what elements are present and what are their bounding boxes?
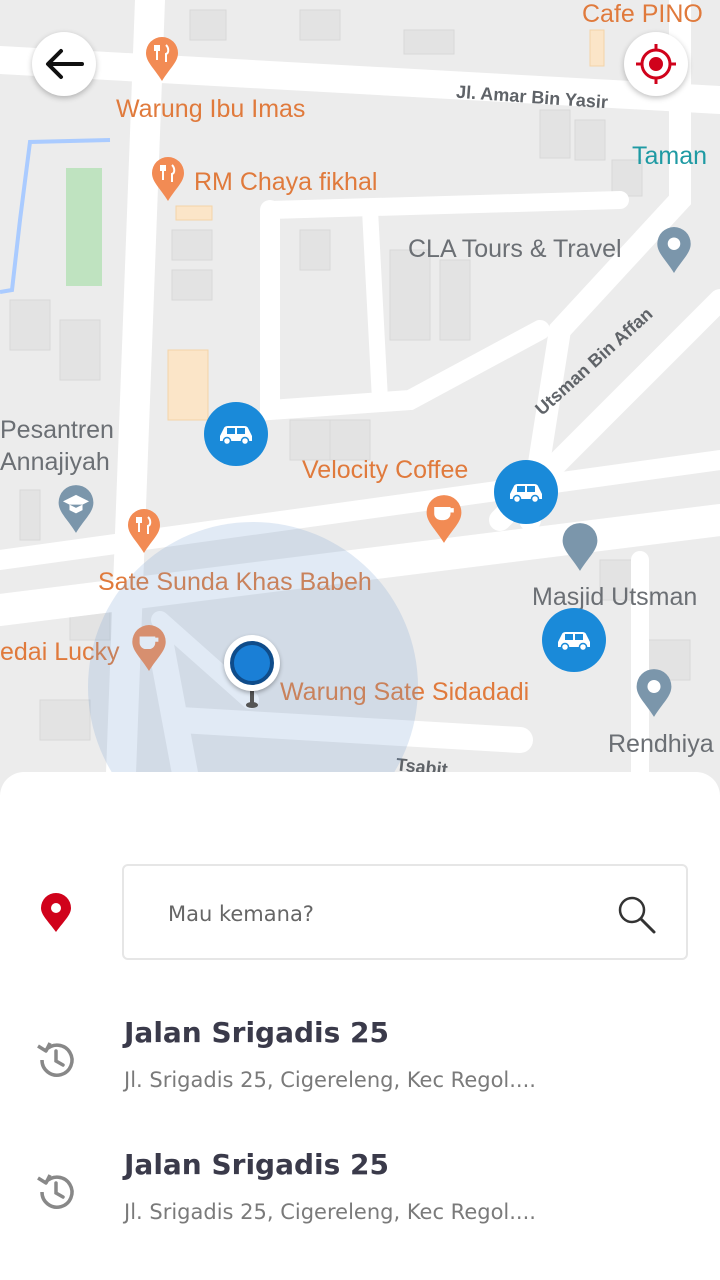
mosque-pin-icon[interactable] <box>560 522 600 572</box>
map-label-velocity-coffee: Velocity Coffee <box>302 456 469 484</box>
back-button[interactable] <box>32 32 96 96</box>
destination-search-input[interactable] <box>168 894 588 934</box>
car-icon <box>220 426 252 446</box>
car-icon <box>558 632 590 652</box>
car-marker[interactable] <box>494 460 558 524</box>
car-marker[interactable] <box>204 402 268 466</box>
arrow-left-icon <box>46 49 84 79</box>
place-pin-icon[interactable] <box>654 226 694 274</box>
map-label-cafe-pino: Cafe PINO <box>582 0 703 28</box>
map-label-pesantren: Pesantren <box>0 416 114 444</box>
map-label-annajiyah: Annajiyah <box>0 448 110 476</box>
history-item-title: Jalan Srigadis 25 <box>124 1148 390 1181</box>
map-label-warung-ibu-imas: Warung Ibu Imas <box>116 95 306 123</box>
map-label-cla-tours: CLA Tours & Travel <box>408 235 622 263</box>
search-icon[interactable] <box>614 892 658 936</box>
history-icon <box>37 1174 74 1209</box>
place-pin-icon[interactable] <box>634 668 674 718</box>
restaurant-pin-icon[interactable] <box>144 36 180 82</box>
history-item-address: Jl. Srigadis 25, Cigereleng, Kec Regol..… <box>124 1068 536 1092</box>
destination-search-box[interactable] <box>122 864 688 960</box>
map-label-taman: Taman <box>632 142 708 170</box>
map-label-rendhiya: Rendhiya <box>608 730 714 758</box>
map-view[interactable]: Cafe PINO Warung Ibu Imas Jl. Amar Bin Y… <box>0 0 720 800</box>
restaurant-pin-icon[interactable] <box>126 508 162 554</box>
history-icon <box>37 1042 74 1077</box>
history-item[interactable]: Jalan Srigadis 25 Jl. Srigadis 25, Ciger… <box>0 1006 720 1126</box>
destination-pin-icon <box>41 893 71 932</box>
current-location-marker <box>224 635 280 691</box>
history-item-address: Jl. Srigadis 25, Cigereleng, Kec Regol..… <box>124 1200 536 1224</box>
car-marker[interactable] <box>542 608 606 672</box>
cafe-pin-icon[interactable] <box>424 494 464 544</box>
history-item[interactable]: Jalan Srigadis 25 Jl. Srigadis 25, Ciger… <box>0 1138 720 1258</box>
map-label-rm-chaya: RM Chaya fikhal <box>194 168 378 196</box>
restaurant-pin-icon[interactable] <box>150 156 186 202</box>
map-label-masjid-utsman: Masjid Utsman <box>532 583 698 611</box>
car-icon <box>510 484 542 504</box>
locate-me-button[interactable] <box>624 32 688 96</box>
school-pin-icon[interactable] <box>56 484 96 534</box>
crosshair-target-icon <box>636 44 676 84</box>
history-item-title: Jalan Srigadis 25 <box>124 1016 390 1049</box>
